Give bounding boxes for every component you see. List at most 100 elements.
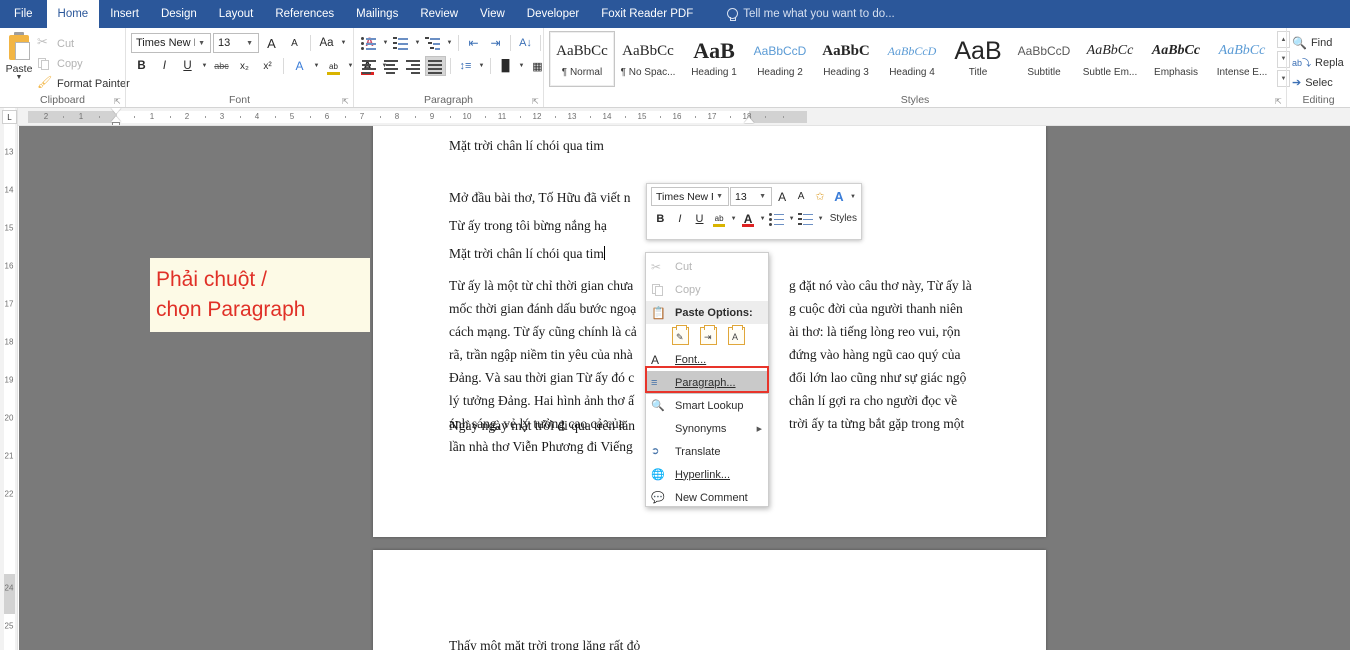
style-item-subtitle[interactable]: AaBbCcD Subtitle [1011,31,1077,87]
chevron-down-icon[interactable]: ▼ [787,216,795,222]
horizontal-ruler[interactable]: 2 1 1 2 3 4 5 6 7 8 9 10 11 12 13 14 15 … [18,108,1350,126]
italic-button[interactable]: I [154,56,175,76]
style-item-subtle-emphasis[interactable]: AaBbCc Subtle Em... [1077,31,1143,87]
mini-font-name-combo[interactable]: Times New F ▼ [651,187,729,206]
ribbon-tab-insert[interactable]: Insert [99,0,150,28]
paste-option-keep-text-only[interactable]: A [728,325,745,345]
replace-button[interactable]: ab⤵ Repla [1292,53,1344,72]
ribbon-tab-review[interactable]: Review [409,0,469,28]
chevron-down-icon[interactable]: ▼ [849,194,857,200]
document-body-right-column[interactable]: g đặt nó vào câu thơ này, Từ ấy là g cuộ… [789,274,1004,435]
style-item-normal[interactable]: AaBbCc ¶ Normal [549,31,615,87]
mini-font-color-button[interactable]: A [739,209,758,228]
tell-me-search-box[interactable]: Tell me what you want to do... [718,0,903,28]
mini-shrink-font-button[interactable]: A [792,187,810,206]
mini-italic-button[interactable]: I [671,209,690,228]
paste-option-keep-source-formatting[interactable]: ✎ [672,325,689,345]
first-line-indent-marker[interactable] [111,108,121,114]
context-menu-item-new-comment[interactable]: 💬 New Comment [646,486,768,509]
ribbon-tab-layout[interactable]: Layout [208,0,265,28]
mini-numbering-button[interactable] [797,209,816,228]
strikethrough-button[interactable]: abc [211,56,232,76]
mini-grow-font-button[interactable]: A [773,187,791,206]
style-item-no-spacing[interactable]: AaBbCc ¶ No Spac... [615,31,681,87]
multilevel-list-button[interactable] [423,33,444,53]
ribbon-tab-home[interactable]: Home [46,0,100,28]
paragraph-dialog-launcher[interactable]: ⇱ [532,97,541,106]
style-item-intense-emphasis[interactable]: AaBbCc Intense E... [1209,31,1275,87]
document-line-1[interactable]: Mặt trời chân lí chói qua tim [449,134,604,157]
document-line-3[interactable]: Từ ấy trong tôi bừng nắng hạ [449,214,607,237]
mini-bold-button[interactable]: B [651,209,670,228]
shading-button[interactable]: █ [495,56,516,76]
decrease-indent-button[interactable]: ⇤ [463,33,484,53]
justify-button[interactable] [425,56,446,76]
font-name-combo[interactable]: Times New R( ▼ [131,33,211,53]
bold-button[interactable]: B [131,56,152,76]
chevron-down-icon[interactable]: ▼ [312,63,321,69]
ribbon-tab-developer[interactable]: Developer [516,0,590,28]
style-item-title[interactable]: AaB Title [945,31,1011,87]
chevron-down-icon[interactable]: ▼ [200,63,209,69]
context-menu-item-cut[interactable]: ✂ Cut [646,255,768,278]
style-item-heading-2[interactable]: AaBbCcD Heading 2 [747,31,813,87]
chevron-down-icon[interactable]: ▼ [758,216,766,222]
align-left-button[interactable] [359,56,380,76]
ribbon-tab-foxit-reader-pdf[interactable]: Foxit Reader PDF [590,0,704,28]
change-case-button[interactable]: Aa [316,33,337,53]
cut-button[interactable]: Cut [33,34,134,53]
tab-stop-selector-button[interactable]: L [2,110,17,124]
mini-font-size-combo[interactable]: 13 ▼ [730,187,773,206]
mini-format-painter-button[interactable]: ✩ [811,187,829,206]
align-right-button[interactable] [403,56,424,76]
chevron-down-icon[interactable]: ▼ [445,40,454,46]
clipboard-dialog-launcher[interactable]: ⇱ [114,97,123,106]
ribbon-tab-file[interactable]: File [0,0,47,28]
grow-font-button[interactable]: A [261,33,282,53]
document-last-line-page-1[interactable]: Ngày ngày mặt trời đi qua trên lăn [449,414,635,437]
mini-styles-button[interactable]: A [830,187,848,206]
increase-indent-button[interactable]: ⇥ [485,33,506,53]
right-indent-marker[interactable] [744,117,754,123]
text-effects-button[interactable]: A [289,56,310,76]
format-painter-button[interactable]: Format Painter [33,74,134,93]
ribbon-tab-view[interactable]: View [469,0,516,28]
style-item-heading-1[interactable]: AaB Heading 1 [681,31,747,87]
mini-floating-toolbar[interactable]: Times New F ▼ 13 ▼ A A ✩ A ▼ B I U ab ▼ … [646,183,862,240]
chevron-down-icon[interactable]: ▼ [816,216,824,222]
context-menu-item-synonyms[interactable]: Synonyms ▶ [646,417,768,440]
vertical-ruler[interactable]: 13 14 15 16 17 18 19 20 21 22 24 25 [0,108,18,650]
underline-button[interactable]: U [177,56,198,76]
style-item-heading-4[interactable]: AaBbCcD Heading 4 [879,31,945,87]
document-line-4[interactable]: Mặt trời chân lí chói qua tim [449,242,605,265]
chevron-down-icon[interactable]: ▼ [413,40,422,46]
styles-dialog-launcher[interactable]: ⇱ [1275,97,1284,106]
context-menu-item-smart-lookup[interactable]: 🔍 Smart Lookup [646,394,768,417]
context-menu-item-hyperlink[interactable]: 🌐 Hyperlink... [646,463,768,486]
mini-bullets-button[interactable] [768,209,787,228]
paste-dropdown-caret-icon[interactable]: ▼ [16,74,23,81]
context-menu-item-translate[interactable]: ➲ Translate [646,440,768,463]
context-menu[interactable]: ✂ Cut Copy 📋 Paste Options: ✎ ⇥ A A Font… [645,252,769,507]
style-item-heading-3[interactable]: AaBbC Heading 3 [813,31,879,87]
context-menu-item-copy[interactable]: Copy [646,278,768,301]
chevron-down-icon[interactable]: ▼ [729,216,737,222]
context-menu-item-font[interactable]: A Font... [646,348,768,371]
context-menu-item-paragraph[interactable]: ≡ Paragraph... [646,371,768,394]
sort-button[interactable]: A↓ [515,33,536,53]
paste-button[interactable]: Paste ▼ [5,31,33,81]
chevron-down-icon[interactable]: ▼ [381,40,390,46]
line-spacing-button[interactable]: ↕≡ [455,56,476,76]
subscript-button[interactable]: x₂ [234,56,255,76]
find-button[interactable]: 🔍 Find [1292,33,1344,52]
ribbon-tab-mailings[interactable]: Mailings [345,0,409,28]
align-center-button[interactable] [381,56,402,76]
document-page-2[interactable]: Thấy một mặt trời trong lăng rất đỏ [373,550,1046,650]
document-line-2[interactable]: Mở đầu bài thơ, Tố Hữu đã viết n [449,186,630,209]
chevron-down-icon[interactable]: ▼ [477,63,486,69]
select-button[interactable]: ➔ Selec [1292,73,1344,92]
document-page-2-line[interactable]: Thấy một mặt trời trong lăng rất đỏ [449,634,640,650]
superscript-button[interactable]: x² [257,56,278,76]
copy-button[interactable]: Copy [33,54,134,73]
ribbon-tab-references[interactable]: References [264,0,345,28]
